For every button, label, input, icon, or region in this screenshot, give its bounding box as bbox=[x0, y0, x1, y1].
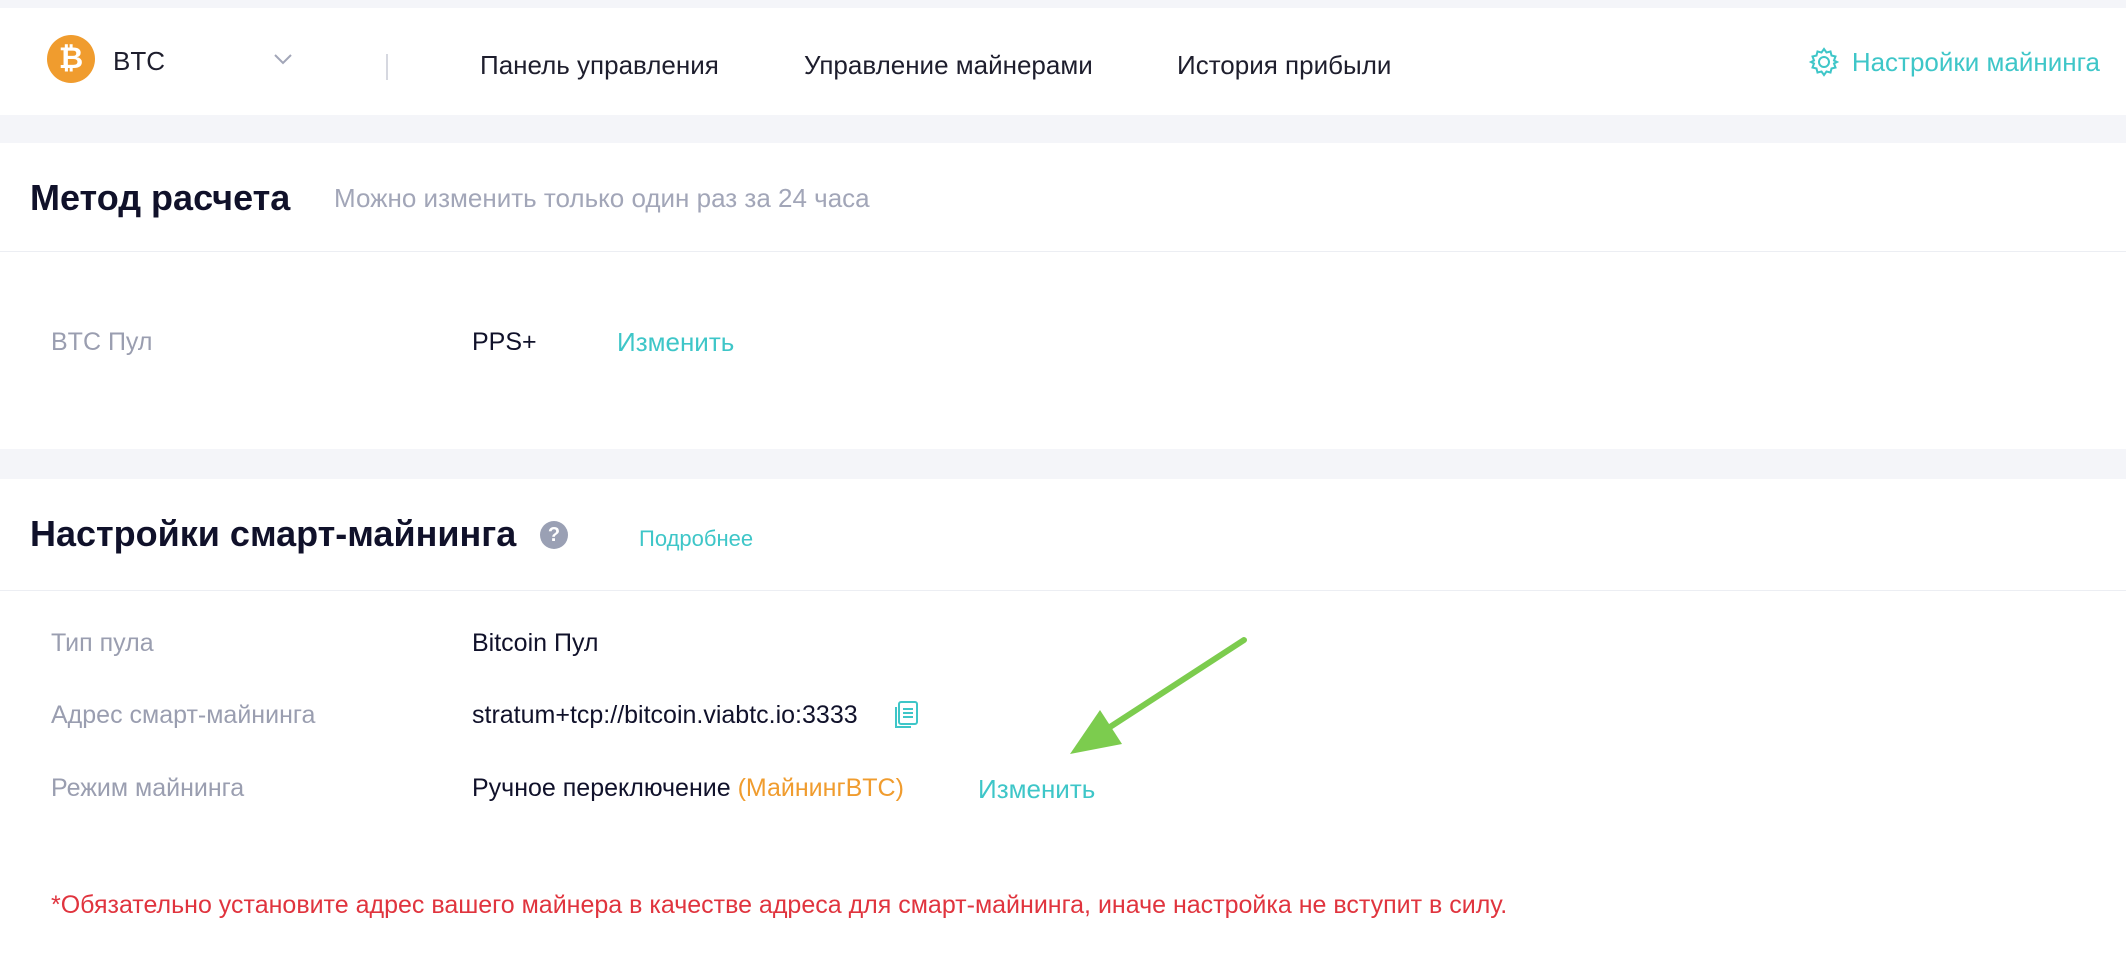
nav-item-earnings-history[interactable]: История прибыли bbox=[1177, 50, 1391, 81]
pool-type-label: Тип пула bbox=[51, 629, 154, 657]
top-nav-bar: ₿ BTC Панель управления Управление майне… bbox=[0, 8, 2126, 115]
payment-method-header: Метод расчета Можно изменить только один… bbox=[0, 143, 2126, 252]
change-mining-mode-link[interactable]: Изменить bbox=[978, 774, 1095, 805]
mining-mode-label: Режим майнинга bbox=[51, 774, 245, 802]
pool-label: BTC Пул bbox=[51, 328, 153, 356]
smart-address-label: Адрес смарт-майнинга bbox=[51, 701, 316, 729]
payment-method-title: Метод расчета bbox=[30, 177, 291, 218]
mining-mode-coin: (МайнингBTC) bbox=[737, 774, 904, 802]
change-payment-method-link[interactable]: Изменить bbox=[617, 327, 734, 358]
nav-item-dashboard[interactable]: Панель управления bbox=[480, 50, 719, 81]
smart-address-value: stratum+tcp://bitcoin.viabtc.io:3333 bbox=[472, 701, 858, 729]
nav-divider bbox=[386, 54, 388, 80]
pool-type-value: Bitcoin Пул bbox=[472, 629, 599, 657]
smart-mining-warning: *Обязательно установите адрес вашего май… bbox=[51, 891, 1508, 919]
bitcoin-logo-icon: ₿ bbox=[47, 35, 95, 83]
annotation-arrow-icon bbox=[1070, 637, 1247, 754]
mining-mode-value: Ручное переключение (МайнингBTC) bbox=[472, 774, 904, 803]
gear-icon bbox=[1808, 47, 1840, 77]
payment-method-note: Можно изменить только один раз за 24 час… bbox=[334, 183, 870, 213]
smart-mining-title: Настройки смарт-майнинга bbox=[30, 513, 517, 554]
copy-icon[interactable] bbox=[892, 700, 920, 730]
coin-selector-label[interactable]: BTC bbox=[113, 46, 165, 77]
learn-more-link[interactable]: Подробнее bbox=[639, 526, 753, 552]
chevron-down-icon[interactable] bbox=[273, 52, 293, 66]
payment-method-card: Метод расчета Можно изменить только один… bbox=[0, 143, 2126, 449]
nav-item-miners[interactable]: Управление майнерами bbox=[804, 50, 1093, 81]
pool-value: PPS+ bbox=[472, 328, 537, 356]
mining-mode-text: Ручное переключение bbox=[472, 774, 731, 802]
mining-settings-link[interactable]: Настройки майнинга bbox=[1808, 46, 2100, 78]
help-icon[interactable]: ? bbox=[540, 521, 568, 549]
smart-mining-header: Настройки смарт-майнинга ? Подробнее bbox=[0, 479, 2126, 591]
mining-settings-label[interactable]: Настройки майнинга bbox=[1852, 47, 2100, 78]
